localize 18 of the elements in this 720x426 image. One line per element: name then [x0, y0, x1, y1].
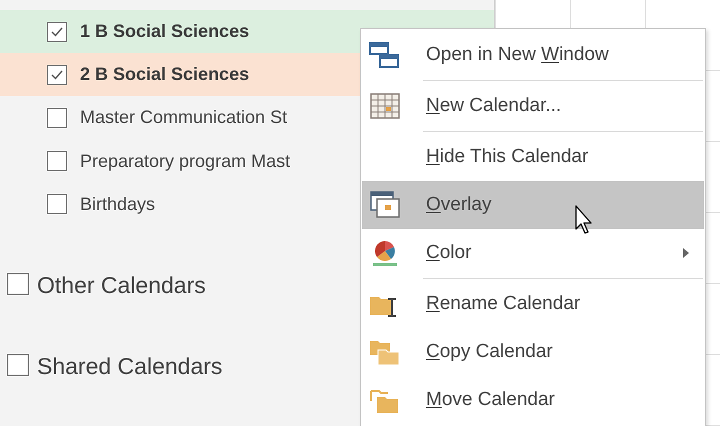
checkbox[interactable]: [47, 194, 67, 214]
menu-item-label: Copy Calendar: [426, 340, 554, 364]
checkbox[interactable]: [7, 272, 29, 295]
checkbox[interactable]: [47, 108, 67, 128]
checkbox[interactable]: [47, 151, 67, 172]
menu-item-label: Overlay: [426, 192, 492, 217]
checkbox[interactable]: [47, 22, 67, 42]
checkbox[interactable]: [7, 354, 29, 376]
menu-item-label: Move Calendar: [426, 388, 556, 412]
menu-item-label: Rename Calendar: [426, 292, 582, 316]
menu-item-label: Hide This Calendar: [426, 144, 590, 169]
overlay-calendar-icon: [368, 190, 402, 220]
windows-icon: [368, 40, 402, 70]
calendar-icon: [368, 91, 402, 121]
menu-item-label: New Calendar...: [426, 94, 562, 118]
checkbox[interactable]: [47, 64, 67, 85]
menu-item-label: Color: [426, 240, 472, 265]
menu-item[interactable]: Overlay: [362, 181, 704, 229]
